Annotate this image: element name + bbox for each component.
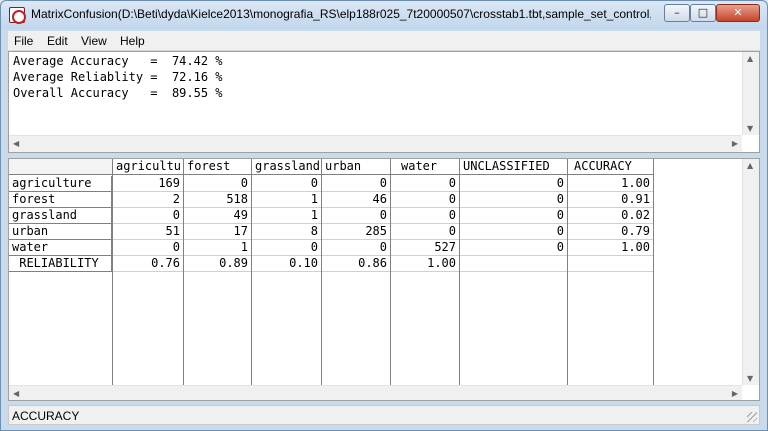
table-cell[interactable]: 0 — [113, 240, 183, 256]
table-cell[interactable]: 51 — [113, 224, 183, 240]
scroll-down-icon[interactable]: ▼ — [747, 124, 753, 133]
table-cell[interactable] — [568, 256, 653, 272]
scroll-up-icon[interactable]: ▲ — [747, 161, 753, 170]
table-cell[interactable]: 0 — [252, 240, 321, 256]
row-header-forest[interactable]: forest — [9, 192, 112, 208]
table-cell[interactable]: 0.02 — [568, 208, 653, 224]
scroll-right-icon[interactable]: ▶ — [732, 139, 738, 148]
column-header-water[interactable]: water — [391, 159, 460, 175]
summary-vertical-scrollbar[interactable]: ▲ ▼ — [742, 52, 759, 135]
menu-bar: File Edit View Help — [8, 31, 760, 51]
column-header-forest[interactable]: forest — [184, 159, 252, 175]
scroll-up-icon[interactable]: ▲ — [747, 54, 753, 63]
scroll-down-icon[interactable]: ▼ — [747, 374, 753, 383]
table-cell[interactable]: 8 — [252, 224, 321, 240]
table-cell[interactable]: 0 — [391, 176, 459, 192]
table-cell[interactable]: 0.76 — [113, 256, 183, 272]
summary-average-reliability: Average Reliablity = 72.16 % — [13, 70, 223, 84]
table-cell[interactable]: 1.00 — [568, 176, 653, 192]
row-header-reliability[interactable]: RELIABILITY — [9, 256, 112, 272]
table-cell[interactable]: 46 — [322, 192, 390, 208]
column-header-urban[interactable]: urban — [322, 159, 391, 175]
column-header-grassland[interactable]: grassland — [252, 159, 322, 175]
title-bar[interactable]: MatrixConfusion(D:\Beti\dyda\Kielce2013\… — [1, 1, 767, 29]
table-cell[interactable]: 285 — [322, 224, 390, 240]
table-cell[interactable]: 1 — [252, 208, 321, 224]
table-cell[interactable]: 0.91 — [568, 192, 653, 208]
menu-help[interactable]: Help — [120, 34, 145, 48]
table-cell[interactable]: 0 — [184, 176, 251, 192]
table-cell[interactable]: 0 — [391, 224, 459, 240]
grid-horizontal-scrollbar[interactable]: ◀ ▶ — [9, 385, 742, 400]
app-window: MatrixConfusion(D:\Beti\dyda\Kielce2013\… — [0, 0, 768, 431]
table-cell[interactable]: 0 — [391, 208, 459, 224]
table-cell[interactable]: 0 — [460, 192, 567, 208]
minimize-button[interactable]: – — [664, 4, 690, 22]
table-cell[interactable]: 0 — [252, 176, 321, 192]
table-cell[interactable]: 1.00 — [568, 240, 653, 256]
status-text: ACCURACY — [12, 409, 80, 423]
menu-view[interactable]: View — [81, 34, 107, 48]
table-cell[interactable]: 1 — [252, 192, 321, 208]
column-header-unclassified[interactable]: UNCLASSIFIED — [460, 159, 568, 175]
table-cell[interactable]: 1 — [184, 240, 251, 256]
table-cell[interactable]: 0 — [391, 192, 459, 208]
scroll-left-icon[interactable]: ◀ — [13, 139, 19, 148]
table-cell[interactable]: 0.86 — [322, 256, 390, 272]
table-cell[interactable]: 0.89 — [184, 256, 251, 272]
summary-overall-accuracy: Overall Accuracy = 89.55 % — [13, 86, 223, 100]
table-cell[interactable]: 0 — [460, 176, 567, 192]
table-cell[interactable]: 49 — [184, 208, 251, 224]
table-cell[interactable]: 0 — [322, 240, 390, 256]
menu-file[interactable]: File — [14, 34, 33, 48]
table-cell[interactable]: 169 — [113, 176, 183, 192]
grid-corner-cell — [9, 159, 113, 175]
grid-vertical-scrollbar[interactable]: ▲ ▼ — [742, 159, 759, 385]
scroll-right-icon[interactable]: ▶ — [732, 389, 738, 398]
summary-panel: Average Accuracy = 74.42 % Average Relia… — [8, 51, 760, 153]
table-cell[interactable]: 0 — [322, 176, 390, 192]
row-header-water[interactable]: water — [9, 240, 112, 256]
table-cell[interactable]: 0.10 — [252, 256, 321, 272]
table-cell[interactable]: 527 — [391, 240, 459, 256]
summary-average-accuracy: Average Accuracy = 74.42 % — [13, 54, 223, 68]
row-header-urban[interactable]: urban — [9, 224, 112, 240]
row-header-agriculture[interactable]: agriculture — [9, 176, 112, 192]
column-header-accuracy[interactable]: ACCURACY — [568, 159, 654, 175]
table-cell[interactable]: 0 — [460, 240, 567, 256]
table-cell[interactable]: 0 — [460, 208, 567, 224]
table-cell[interactable]: 0.79 — [568, 224, 653, 240]
table-cell[interactable] — [460, 256, 567, 272]
window-title: MatrixConfusion(D:\Beti\dyda\Kielce2013\… — [31, 7, 651, 21]
table-cell[interactable]: 0 — [460, 224, 567, 240]
table-cell[interactable]: 2 — [113, 192, 183, 208]
grid-column-divider — [653, 159, 654, 387]
summary-horizontal-scrollbar[interactable]: ◀ ▶ — [9, 135, 742, 152]
table-cell[interactable]: 0 — [322, 208, 390, 224]
table-cell[interactable]: 518 — [184, 192, 251, 208]
column-header-agriculture[interactable]: agriculture — [113, 159, 184, 175]
close-button[interactable]: ✕ — [716, 4, 760, 22]
status-bar: ACCURACY — [8, 405, 760, 425]
table-cell[interactable]: 1.00 — [391, 256, 459, 272]
resize-grip-icon[interactable] — [747, 412, 757, 422]
app-icon[interactable] — [9, 7, 26, 24]
menu-edit[interactable]: Edit — [47, 34, 68, 48]
table-cell[interactable]: 0 — [113, 208, 183, 224]
maximize-button[interactable]: □ — [690, 4, 716, 22]
row-header-grassland[interactable]: grassland — [9, 208, 112, 224]
table-cell[interactable]: 17 — [184, 224, 251, 240]
confusion-matrix-grid: agriculture forest grassland urban water… — [8, 158, 760, 401]
scroll-left-icon[interactable]: ◀ — [13, 389, 19, 398]
